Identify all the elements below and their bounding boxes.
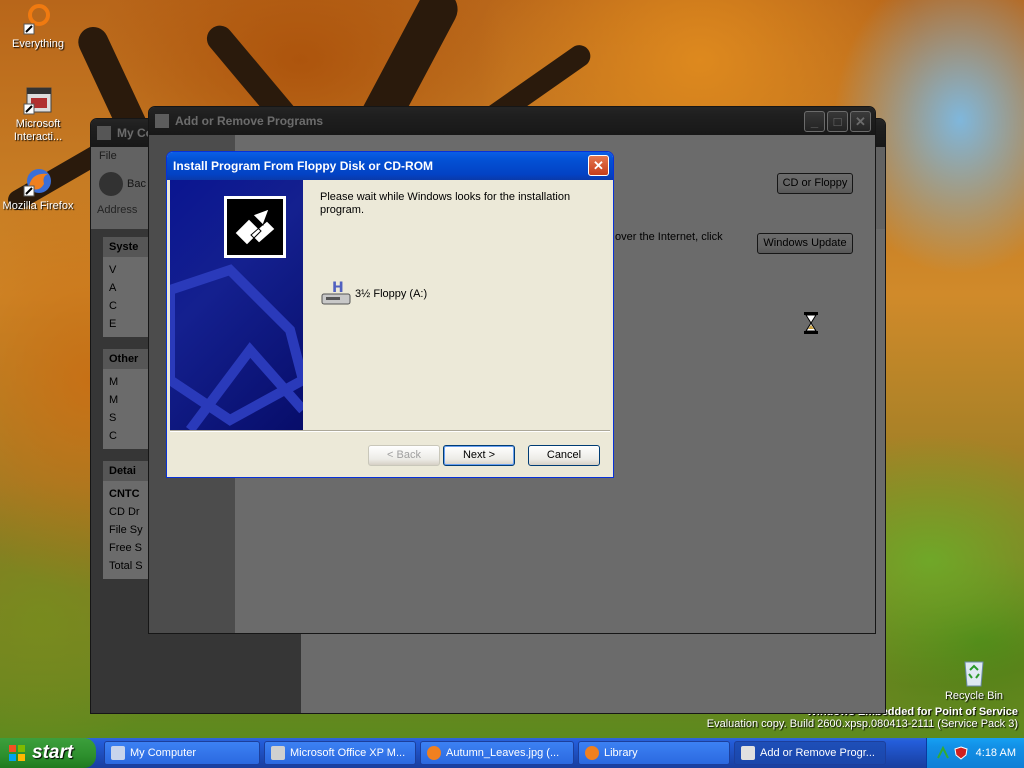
floppy-drive-label: 3½ Floppy (A:) xyxy=(355,288,428,300)
desktop-icon-microsoft-interactive[interactable]: Microsoft Interacti... xyxy=(0,84,76,144)
task-add-remove-programs[interactable]: Add or Remove Progr... xyxy=(734,741,886,765)
setup-icon xyxy=(224,196,286,258)
close-button[interactable]: ✕ xyxy=(850,111,871,132)
desktop-icon-label: Microsoft Interacti... xyxy=(13,118,63,143)
floppy-drive-icon: H xyxy=(320,278,352,310)
address-label: Address xyxy=(97,204,138,216)
firefox-icon xyxy=(22,166,54,198)
firefox-icon xyxy=(585,746,599,760)
desktop-icon-label: Mozilla Firefox xyxy=(2,200,74,212)
back-label: Bac xyxy=(127,178,146,190)
computer-icon xyxy=(111,746,125,760)
add-remove-icon xyxy=(741,746,755,760)
back-button[interactable]: < Back xyxy=(368,445,440,466)
maximize-icon: □ xyxy=(833,114,842,129)
svg-text:H: H xyxy=(332,280,344,296)
clock[interactable]: 4:18 AM xyxy=(976,747,1016,759)
close-icon: ✕ xyxy=(855,113,866,129)
menu-file[interactable]: File xyxy=(99,150,117,162)
network-icon[interactable] xyxy=(936,745,950,760)
internet-text: over the Internet, click xyxy=(615,231,723,243)
add-remove-titlebar[interactable]: Add or Remove Programs _ □ ✕ xyxy=(149,107,875,135)
minimize-icon: _ xyxy=(810,114,819,129)
desktop-icon-firefox[interactable]: Mozilla Firefox xyxy=(0,166,76,213)
back-icon[interactable] xyxy=(99,172,123,196)
cd-or-floppy-button[interactable]: CD or Floppy xyxy=(777,173,853,194)
install-dialog-titlebar[interactable]: Install Program From Floppy Disk or CD-R… xyxy=(167,152,613,180)
wizard-banner xyxy=(170,180,303,430)
task-label: Library xyxy=(604,747,638,759)
desktop-icon-everything[interactable]: Everything xyxy=(0,4,76,51)
add-remove-title: Add or Remove Programs xyxy=(175,114,324,128)
start-button[interactable]: start xyxy=(0,738,96,768)
hourglass-cursor-icon xyxy=(804,312,818,337)
add-remove-icon xyxy=(155,114,169,128)
wizard-message: Please wait while Windows looks for the … xyxy=(320,191,571,216)
close-icon: ✕ xyxy=(593,157,604,173)
watermark-build: Evaluation copy. Build 2600.xpsp.080413-… xyxy=(706,718,1018,730)
task-label: Autumn_Leaves.jpg (... xyxy=(446,747,560,759)
maximize-button[interactable]: □ xyxy=(827,111,848,132)
task-my-computer[interactable]: My Computer xyxy=(104,741,260,765)
desktop-icon-recycle-bin[interactable]: Recycle Bin xyxy=(936,656,1012,703)
dialog-close-button[interactable]: ✕ xyxy=(588,155,609,176)
task-label: Microsoft Office XP M... xyxy=(290,747,406,759)
task-office-installer[interactable]: Microsoft Office XP M... xyxy=(264,741,416,765)
minimize-button[interactable]: _ xyxy=(804,111,825,132)
install-dialog: Install Program From Floppy Disk or CD-R… xyxy=(166,151,614,478)
recycle-bin-icon xyxy=(958,656,990,688)
task-autumn-leaves[interactable]: Autumn_Leaves.jpg (... xyxy=(420,741,574,765)
windows-logo-icon xyxy=(8,744,26,762)
dialog-body: Please wait while Windows looks for the … xyxy=(170,180,610,474)
computer-icon xyxy=(97,126,111,140)
windows-update-button[interactable]: Windows Update xyxy=(757,233,853,254)
everything-icon xyxy=(22,4,54,36)
security-shield-icon[interactable] xyxy=(954,746,968,760)
task-label: Add or Remove Progr... xyxy=(760,747,875,759)
task-label: My Computer xyxy=(130,747,197,759)
next-button[interactable]: Next > xyxy=(443,445,515,466)
clapperboard-icon xyxy=(22,84,54,116)
dialog-divider xyxy=(170,430,610,432)
taskbar: start My Computer Microsoft Office XP M.… xyxy=(0,738,1024,768)
task-library[interactable]: Library xyxy=(578,741,730,765)
firefox-icon xyxy=(427,746,441,760)
system-tray: 4:18 AM xyxy=(926,738,1024,768)
cancel-button[interactable]: Cancel xyxy=(528,445,600,466)
installer-icon xyxy=(271,746,285,760)
start-label: start xyxy=(32,742,74,763)
floppy-drive-item[interactable]: H 3½ Floppy (A:) xyxy=(320,278,427,310)
desktop-icon-label: Recycle Bin xyxy=(944,690,1004,702)
install-dialog-title: Install Program From Floppy Disk or CD-R… xyxy=(173,159,434,173)
desktop-icon-label: Everything xyxy=(12,38,64,50)
